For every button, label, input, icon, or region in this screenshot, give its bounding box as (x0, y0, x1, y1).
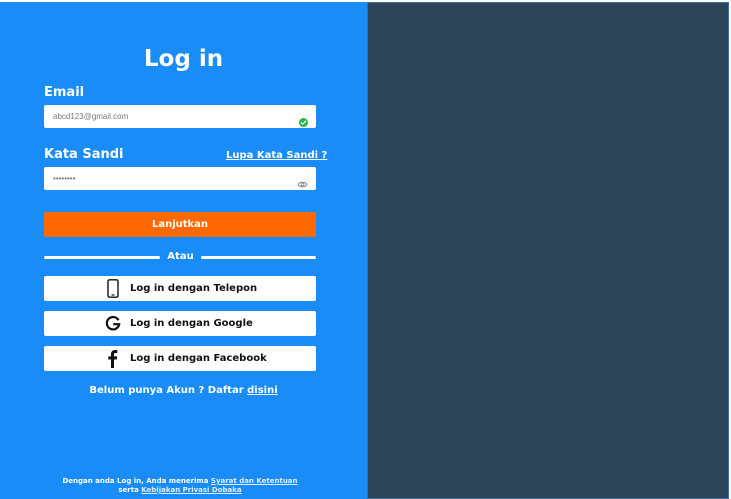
facebook-login-label: Log in dengan Facebook (130, 353, 267, 364)
phone-login-label: Log in dengan Telepon (130, 283, 258, 294)
password-field-container[interactable] (44, 167, 316, 190)
page-title: Log in (143, 46, 224, 72)
terms-prefix: Dengan anda Log in, Anda menerima (62, 477, 209, 485)
google-login-button[interactable]: Log in dengan Google (44, 311, 316, 336)
divider-line-left (44, 256, 160, 259)
email-field[interactable] (53, 109, 283, 124)
privacy-link[interactable]: Kebijakan Privasi Dobaka (141, 486, 241, 494)
password-field[interactable] (53, 171, 283, 186)
signup-link[interactable]: disini (247, 385, 278, 396)
phone-login-button[interactable]: Log in dengan Telepon (44, 276, 316, 301)
side-panel (367, 2, 729, 499)
facebook-login-button[interactable]: Log in dengan Facebook (44, 346, 316, 371)
terms-mid: serta (118, 486, 139, 494)
password-label: Kata Sandi (44, 147, 124, 162)
app-frame: Log in Email Kata Sandi Lupa Kata Sandi … (0, 0, 731, 499)
continue-button[interactable]: Lanjutkan (44, 212, 316, 237)
check-circle-icon (299, 112, 308, 127)
signup-prompt-text: Belum punya Akun ? Daftar (89, 385, 244, 396)
forgot-password-link[interactable]: Lupa Kata Sandi ? (226, 150, 327, 161)
signup-prompt: Belum punya Akun ? Daftar disini (0, 385, 367, 396)
terms-link[interactable]: Syarat dan Ketentuan (211, 477, 298, 485)
divider-line-right (201, 256, 316, 259)
facebook-icon (104, 349, 122, 368)
phone-icon (104, 279, 122, 298)
google-icon (104, 314, 122, 333)
divider-text: Atau (167, 251, 194, 262)
eye-icon[interactable] (297, 174, 308, 188)
email-label: Email (44, 85, 85, 100)
google-login-label: Log in dengan Google (130, 318, 253, 329)
terms-notice: Dengan anda Log in, Anda menerima Syarat… (60, 477, 300, 495)
login-panel: Log in Email Kata Sandi Lupa Kata Sandi … (0, 2, 367, 499)
email-field-container[interactable] (44, 105, 316, 128)
